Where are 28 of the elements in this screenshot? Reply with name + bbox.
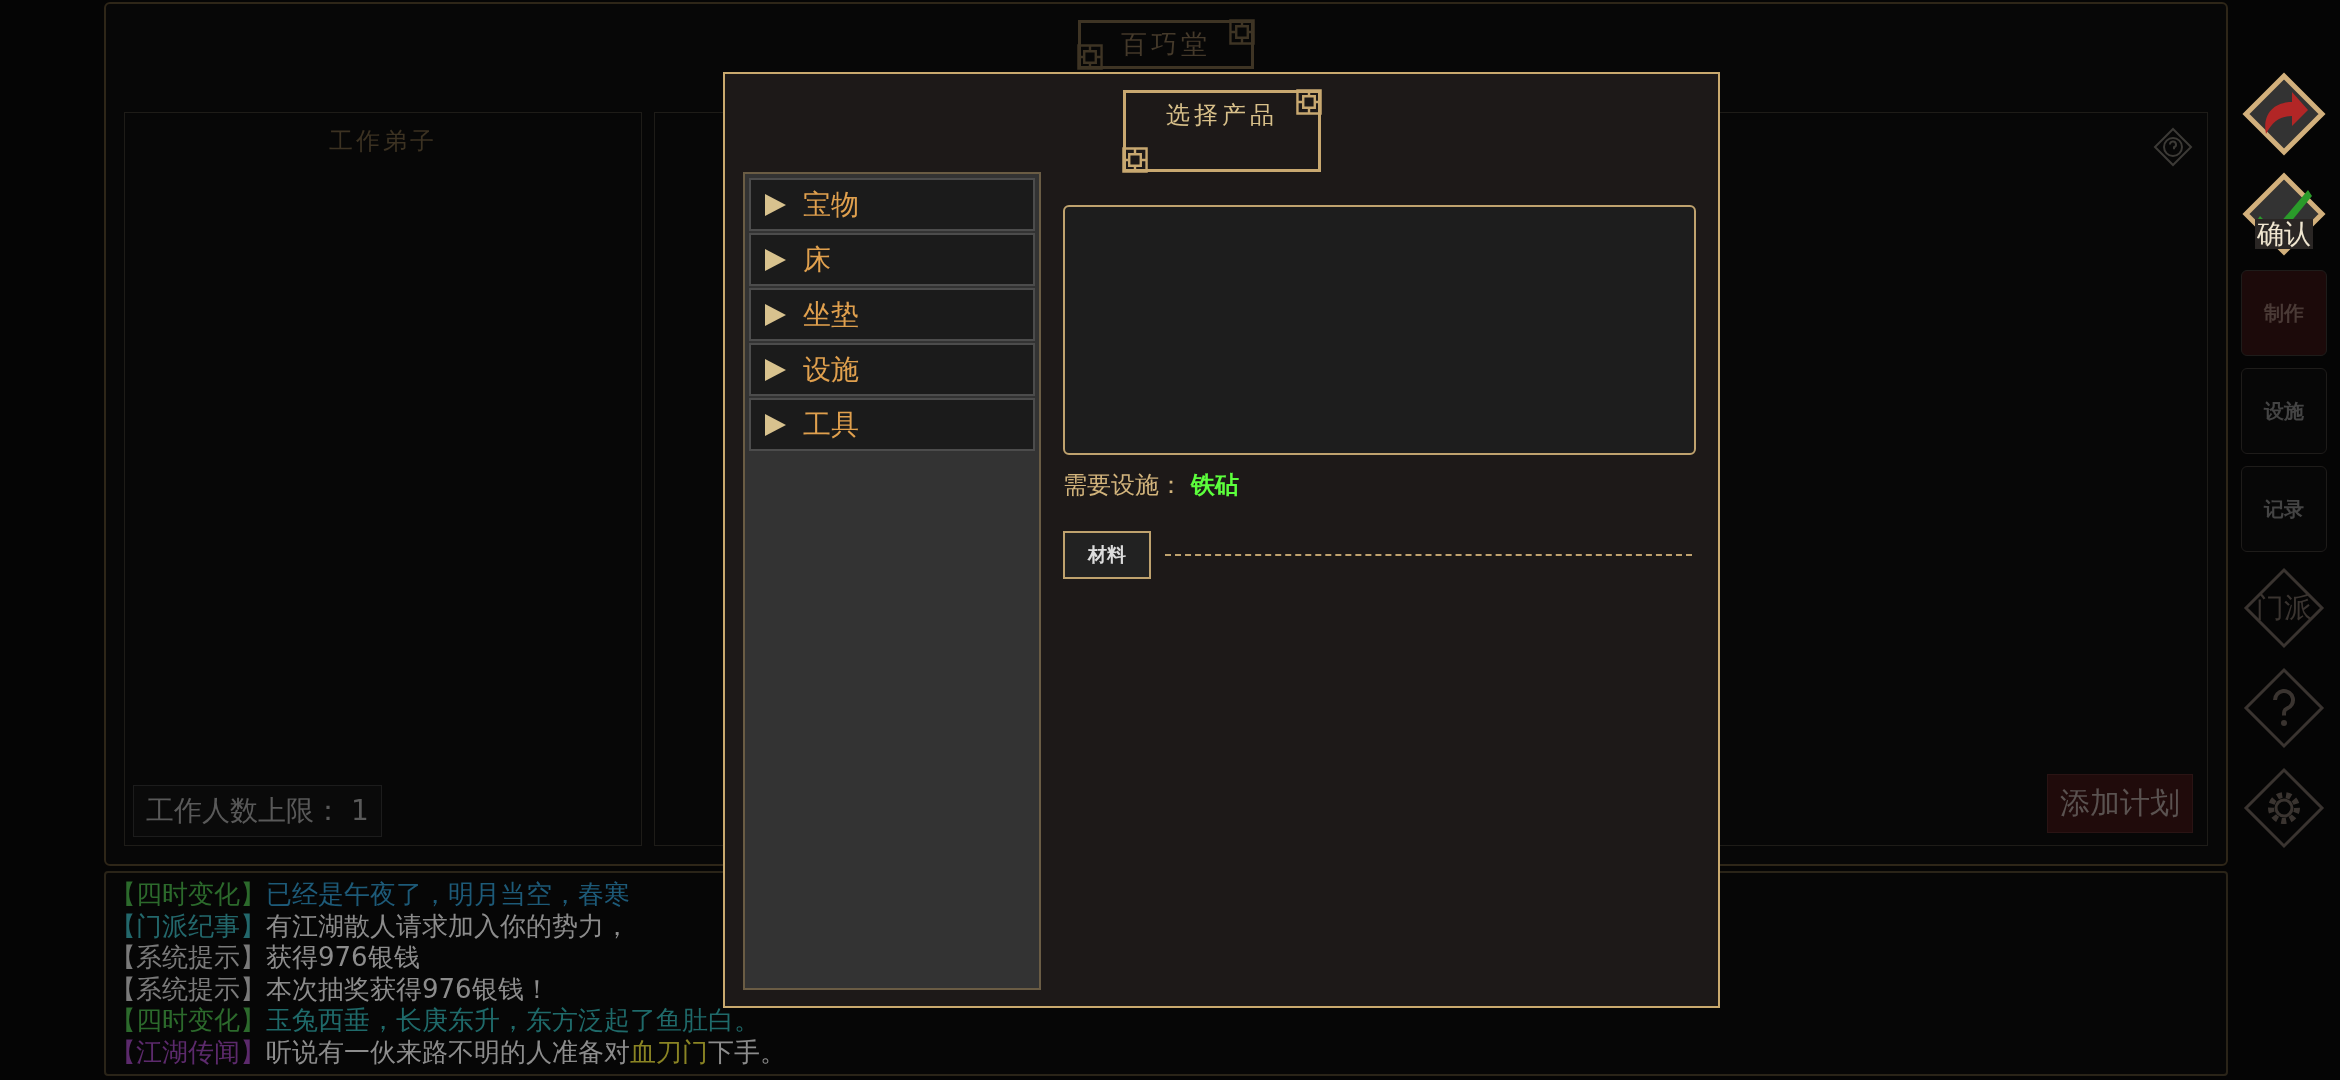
dialog-title: 选择产品 (1165, 101, 1278, 129)
category-item[interactable]: 床 (749, 233, 1035, 286)
back-button[interactable] (2240, 70, 2328, 158)
window-title: 百巧堂 (1121, 29, 1211, 59)
log-category-tag: 【门派纪事】 (110, 910, 266, 941)
log-message: 已经是午夜了，明月当空，春寒 (266, 879, 630, 909)
log-category-tag: 【江湖传闻】 (110, 1036, 266, 1067)
log-message: 血刀门 (630, 1036, 708, 1067)
log-category-tag: 【系统提示】 (110, 942, 266, 972)
requirement-label: 需要设施： (1063, 470, 1183, 501)
log-category-tag: 【四时变化】 (110, 879, 266, 909)
log-category-tag: 【四时变化】 (110, 1005, 266, 1035)
worker-limit-label: 工作人数上限： 1 (133, 785, 382, 837)
log-message: 有江湖散人请求加入你的势力， (266, 910, 630, 941)
log-message: 听说有一伙来路不明的人准备对 (266, 1036, 630, 1067)
log-category-tag: 【系统提示】 (110, 973, 266, 1004)
log-message: 下手。 (708, 1036, 786, 1067)
category-item[interactable]: 工具 (749, 398, 1035, 451)
log-message: 本次抽奖获得976银钱！ (266, 973, 550, 1004)
log-message: 获得976银钱 (266, 942, 420, 972)
category-item[interactable]: 设施 (749, 343, 1035, 396)
category-item[interactable]: 坐垫 (749, 288, 1035, 341)
confirm-button[interactable]: 确认 (2240, 170, 2328, 258)
materials-tab[interactable]: 材料 (1063, 531, 1151, 579)
requirement-value: 铁砧 (1191, 470, 1239, 501)
help-icon[interactable] (2153, 127, 2193, 167)
log-message: 玉兔西垂，长庚东升，东方泛起了鱼肚白。 (266, 1005, 760, 1035)
category-item[interactable]: 宝物 (749, 178, 1035, 231)
